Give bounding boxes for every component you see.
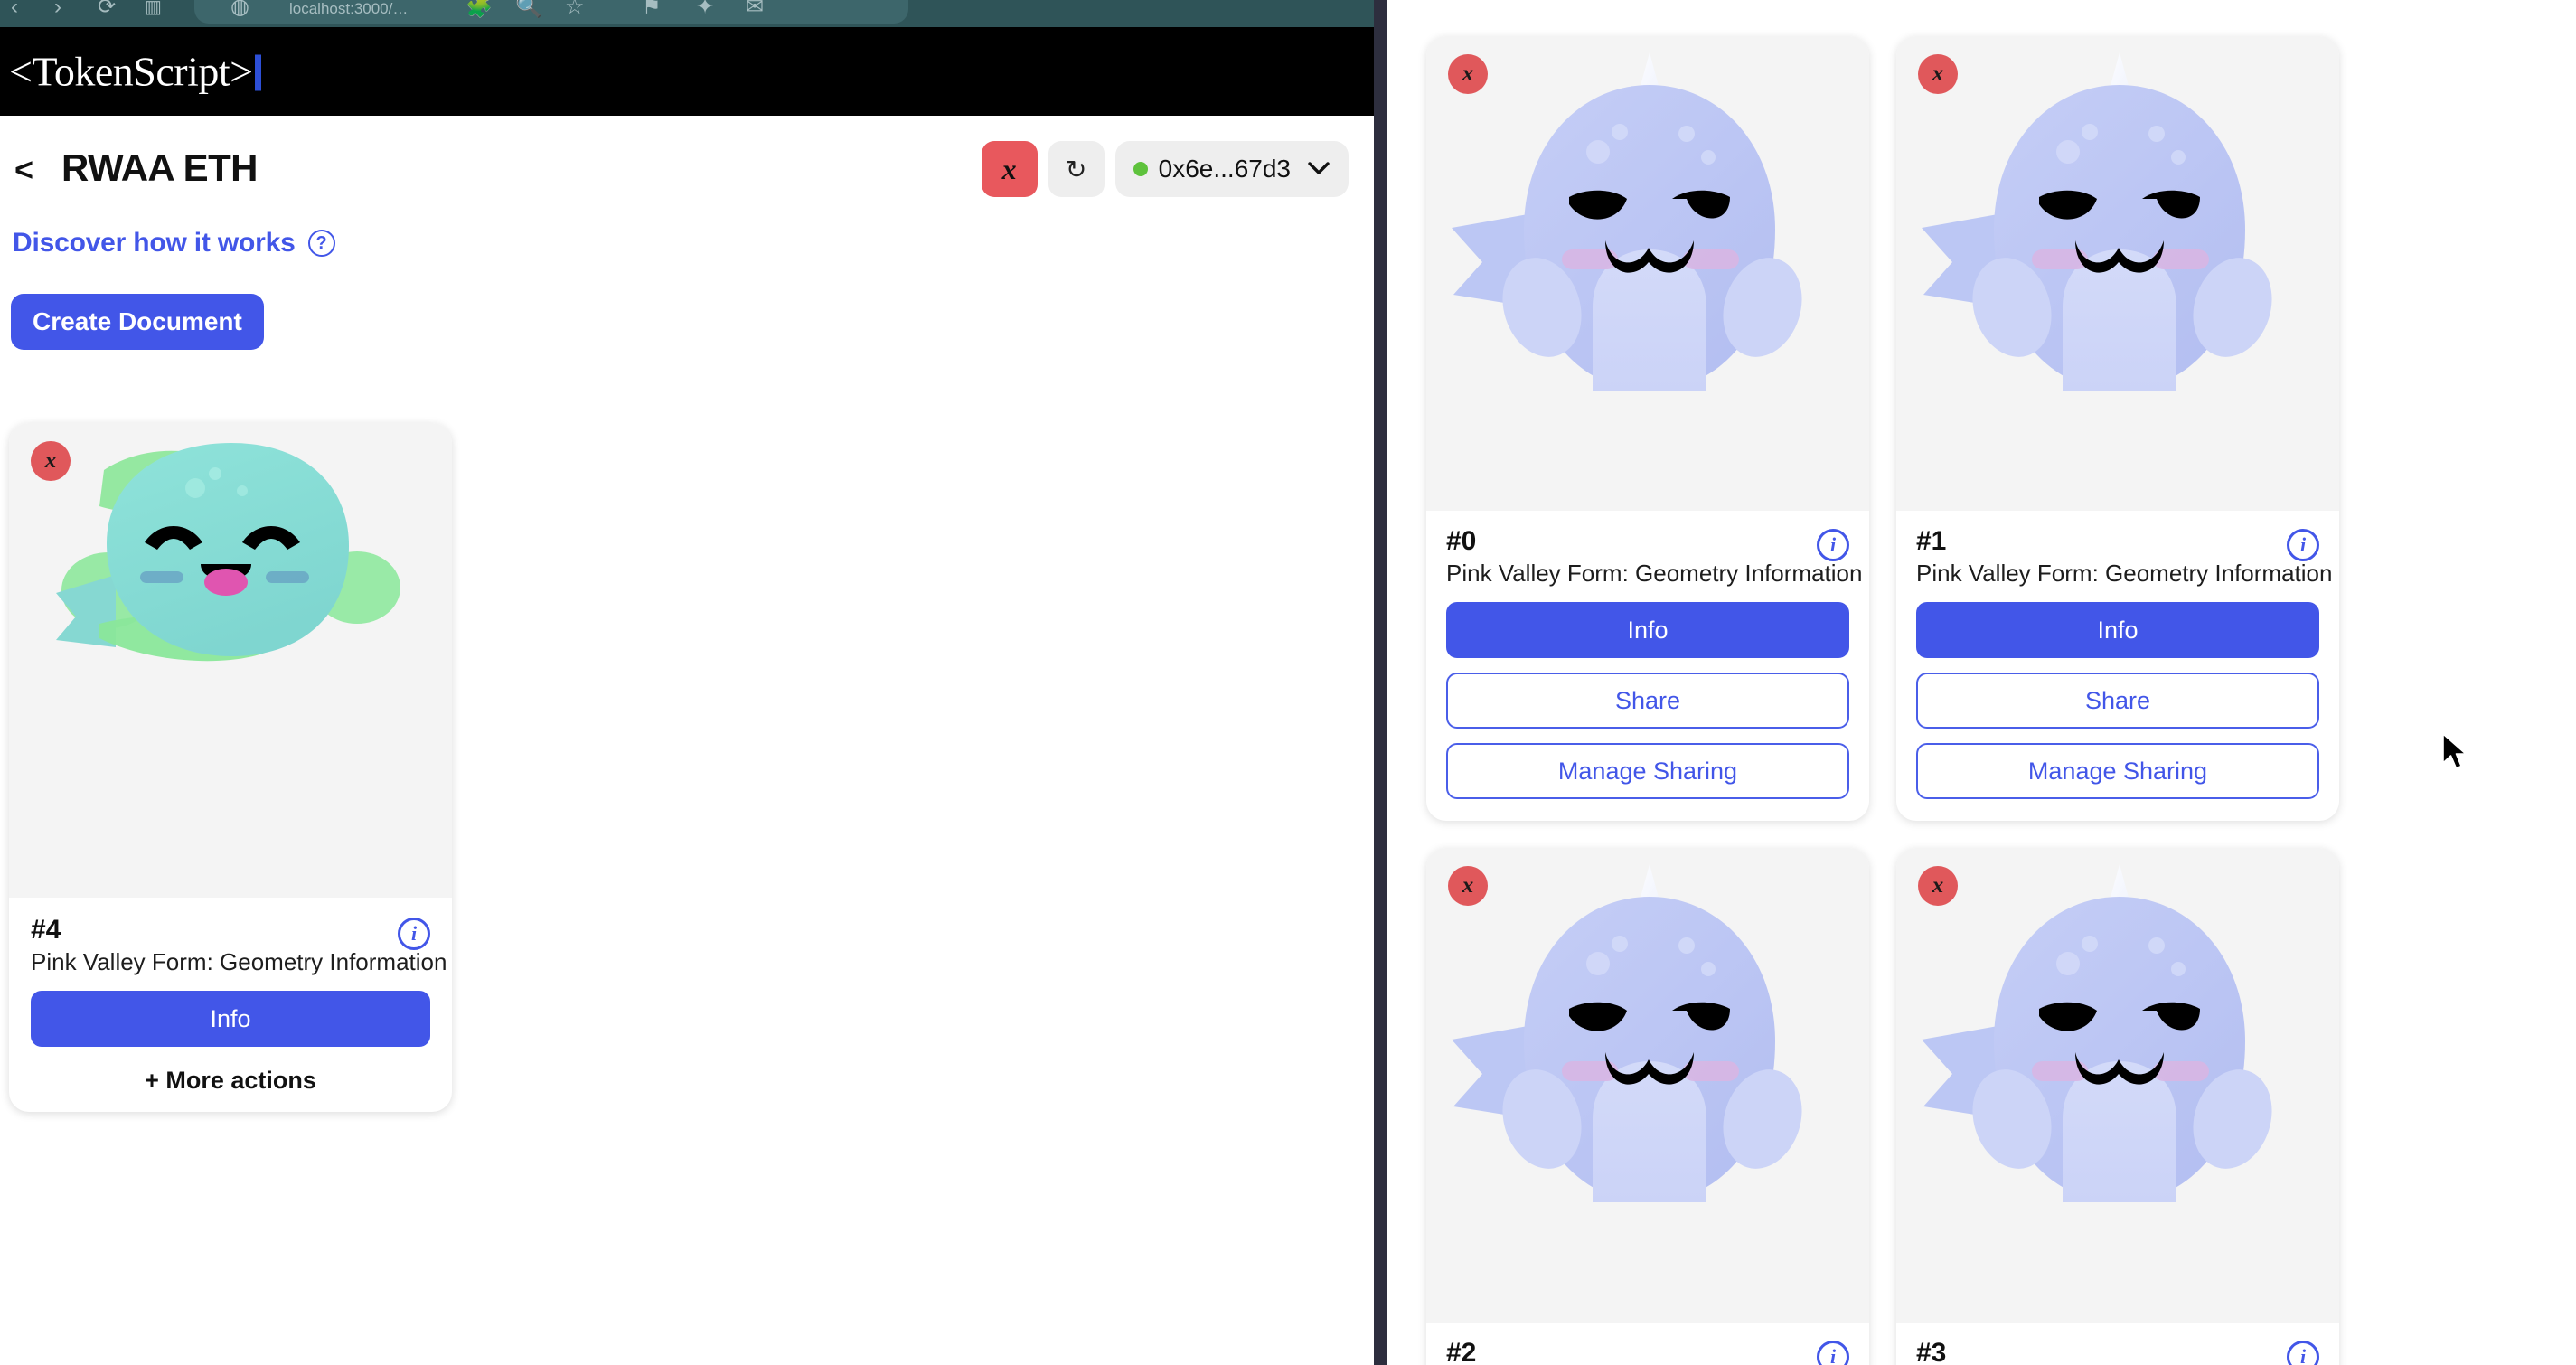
token-name: Pink Valley Form: Geometry Information — [31, 947, 447, 975]
tokenscript-brand-bar: <TokenScript> — [0, 27, 1374, 116]
token-artwork-area: x — [1426, 36, 1869, 511]
info-icon[interactable]: i — [2287, 529, 2319, 561]
search-icon[interactable]: 🔍 — [515, 0, 542, 18]
manage-sharing-button[interactable]: Manage Sharing — [1916, 742, 2319, 799]
periwinkle-narwhal-artwork — [1896, 36, 2339, 511]
token-meta: #0 Pink Valley Form: Geometry Informatio… — [1426, 511, 1869, 821]
token-meta-top: #1 Pink Valley Form: Geometry Informatio… — [1916, 527, 2332, 588]
token-meta-top: #4 Pink Valley Form: Geometry Informatio… — [31, 916, 447, 976]
token-card-1[interactable]: x #1 Pink Valley Form: Geometry Informat… — [1896, 36, 2339, 821]
bookmark-icon[interactable]: ⚑ — [642, 0, 662, 18]
token-id: #0 — [1446, 526, 1477, 556]
token-id: #1 — [1916, 526, 1947, 556]
sidebar-icon[interactable]: ▥ — [145, 0, 162, 18]
token-meta-top: #2 Pink Valley Form: Geometry Informatio… — [1446, 1339, 1849, 1365]
x-icon: x — [1001, 152, 1017, 185]
browser-chrome-strip: ‹ › ⟳ ▥ ◍ localhost:3000/… 🧩 🔍 ☆ ⚑ ✦ ✉ — [0, 0, 1374, 27]
token-card-2[interactable]: x #2 i — [1426, 847, 1869, 1365]
help-icon[interactable]: ? — [307, 230, 335, 257]
wallet-address-chip[interactable]: 0x6e...67d3 — [1114, 141, 1349, 197]
chevron-down-icon — [1307, 156, 1330, 182]
token-meta: #2 Pink Valley Form: Geometry Informatio… — [1426, 1323, 1869, 1365]
remove-token-badge[interactable]: x — [1918, 54, 1958, 94]
mouse-cursor — [2440, 732, 2471, 778]
remove-token-badge[interactable]: x — [1448, 865, 1488, 906]
nav-back-icon[interactable]: ‹ — [11, 0, 18, 18]
extension-icon[interactable]: ✦ — [696, 0, 714, 18]
nav-forward-icon[interactable]: › — [54, 0, 61, 18]
tab-favicon: ◍ — [230, 0, 249, 19]
token-card-0[interactable]: x #0 Pink Valley Form: Geometry Informat… — [1426, 36, 1869, 821]
refresh-icon: ↻ — [1065, 155, 1087, 184]
token-card-grid: x #0 Pink Valley Form: Geometry Informat… — [1426, 36, 2339, 1365]
token-id: #4 — [31, 915, 61, 945]
info-button[interactable]: Info — [31, 990, 430, 1047]
share-button[interactable]: Share — [1446, 672, 1849, 729]
token-meta-top: #0 Pink Valley Form: Geometry Informatio… — [1446, 527, 1862, 588]
token-artwork-area: x — [1896, 847, 2339, 1323]
browser-window-left: ‹ › ⟳ ▥ ◍ localhost:3000/… 🧩 🔍 ☆ ⚑ ✦ ✉ <… — [0, 0, 1374, 1365]
reload-icon[interactable]: ⟳ — [98, 0, 116, 18]
discover-link-label: Discover how it works — [13, 228, 296, 258]
star-icon[interactable]: ☆ — [565, 0, 585, 18]
header-actions: x ↻ 0x6e...67d3 — [981, 141, 1349, 197]
tokenscript-logo-text: <TokenScript> — [9, 48, 253, 95]
mint-creature-artwork — [9, 423, 452, 898]
periwinkle-narwhal-artwork — [1426, 36, 1869, 511]
remove-token-badge[interactable]: x — [1448, 54, 1488, 94]
tab-url-text: localhost:3000/… — [289, 0, 409, 17]
token-meta-top: #3 Pink Valley Form: Geometry Informatio… — [1916, 1339, 2319, 1365]
back-button[interactable]: < — [14, 154, 33, 186]
wallet-address-text: 0x6e...67d3 — [1158, 155, 1291, 183]
remove-token-badge[interactable]: x — [1918, 865, 1958, 906]
page-header: < RWAA ETH x ↻ 0x6e...67d3 — [0, 116, 1374, 212]
token-meta: #4 Pink Valley Form: Geometry Informatio… — [9, 898, 452, 1095]
close-x-button[interactable]: x — [981, 141, 1038, 197]
manage-sharing-button[interactable]: Manage Sharing — [1446, 742, 1849, 799]
token-meta: #3 Pink Valley Form: Geometry Informatio… — [1896, 1323, 2339, 1365]
more-actions-button[interactable]: + More actions — [31, 1067, 430, 1095]
token-meta: #1 Pink Valley Form: Geometry Informatio… — [1896, 511, 2339, 821]
remove-token-badge[interactable]: x — [31, 441, 71, 481]
periwinkle-narwhal-artwork — [1896, 848, 2339, 1323]
info-icon[interactable]: i — [1817, 529, 1849, 561]
token-artwork-area: x — [1426, 847, 1869, 1323]
token-name: Pink Valley Form: Geometry Information — [1916, 559, 2333, 587]
periwinkle-narwhal-artwork — [1426, 848, 1869, 1323]
token-card-3[interactable]: x #3 i — [1896, 847, 2339, 1365]
token-id: #2 — [1446, 1337, 1477, 1365]
share-button[interactable]: Share — [1916, 672, 2319, 729]
pane-divider — [1374, 0, 1387, 1365]
info-button[interactable]: Info — [1916, 601, 2319, 658]
tokenscript-logo: <TokenScript> — [9, 48, 261, 96]
page-title: RWAA ETH — [61, 146, 258, 189]
info-icon[interactable]: i — [398, 918, 430, 950]
create-document-button[interactable]: Create Document — [11, 294, 264, 350]
puzzle-icon[interactable]: 🧩 — [465, 0, 493, 18]
token-gallery-pane: x #0 Pink Valley Form: Geometry Informat… — [1387, 0, 2576, 1365]
token-name: Pink Valley Form: Geometry Information — [1446, 559, 1863, 587]
screen: ‹ › ⟳ ▥ ◍ localhost:3000/… 🧩 🔍 ☆ ⚑ ✦ ✉ <… — [0, 0, 2576, 1365]
token-card[interactable]: x #4 Pink Valley Form: Geometry Informat… — [9, 423, 452, 1112]
token-artwork-area: x — [9, 423, 452, 898]
tokenscript-caret — [254, 54, 261, 91]
info-button[interactable]: Info — [1446, 601, 1849, 658]
inbox-icon[interactable]: ✉ — [746, 0, 764, 18]
token-artwork-area: x — [1896, 36, 2339, 511]
refresh-button[interactable]: ↻ — [1048, 141, 1105, 197]
token-id: #3 — [1916, 1337, 1947, 1365]
wallet-status-dot — [1133, 162, 1148, 176]
discover-how-it-works[interactable]: Discover how it works ? — [13, 228, 335, 259]
